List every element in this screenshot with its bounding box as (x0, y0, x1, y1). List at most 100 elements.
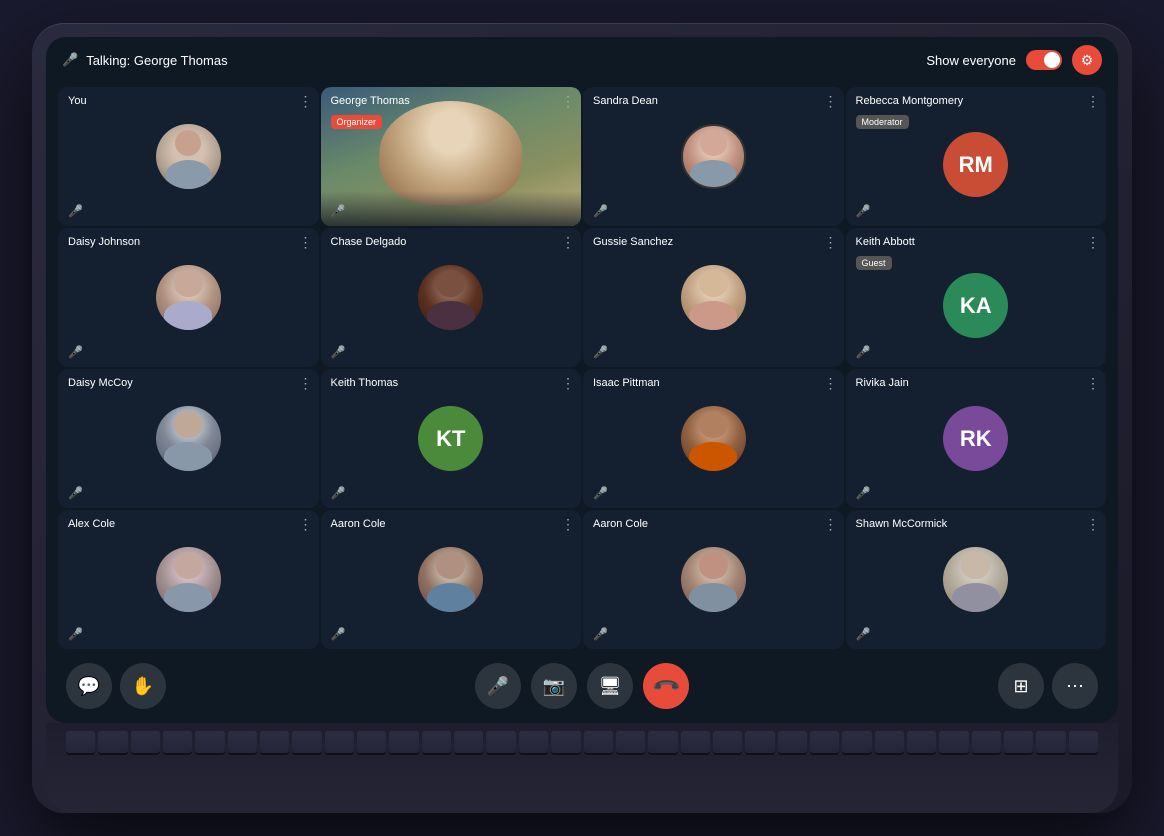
mic-status-george: 🎤 (331, 204, 346, 218)
participant-tile-keith-t: Keith Thomas ⋮ KT 🎤 (321, 369, 582, 508)
key (939, 731, 968, 753)
more-button-sandra[interactable]: ⋮ (824, 93, 838, 110)
badge-guest-keith-a: Guest (856, 256, 892, 270)
chat-button[interactable]: 💬 (66, 663, 112, 709)
avatar-sandra (681, 124, 746, 189)
mic-status-alex: 🎤 (68, 627, 83, 641)
key (810, 731, 839, 753)
avatar-rivika: RK (943, 406, 1008, 471)
mic-status-rebecca: 🎤 (856, 204, 871, 218)
talking-indicator: 🎤 Talking: George Thomas (62, 52, 228, 68)
avatar-alex (156, 547, 221, 612)
avatar-keith-a: KA (943, 273, 1008, 338)
mic-status-isaac: 🎤 (593, 486, 608, 500)
more-button-aaron1[interactable]: ⋮ (561, 516, 575, 533)
mic-status-daisy-m: 🎤 (68, 486, 83, 500)
mic-icon: 🎤 (487, 676, 509, 697)
participant-tile-shawn: Shawn McCormick ⋮ 🎤 (846, 510, 1107, 649)
keyboard-base (46, 723, 1118, 813)
mic-status-keith-a: 🎤 (856, 345, 871, 359)
raise-hand-icon: ✋ (132, 676, 154, 697)
participant-name-gussie: Gussie Sanchez (593, 236, 673, 248)
tablet-device: 🎤 Talking: George Thomas Show everyone ⚙… (32, 23, 1132, 813)
key (584, 731, 613, 753)
video-button[interactable]: 📷 (531, 663, 577, 709)
bottom-center-controls: 🎤 📷 🖥 📞 (475, 663, 689, 709)
mic-status-you: 🎤 (68, 204, 83, 218)
screen-share-button[interactable]: 🖥 (587, 663, 633, 709)
more-button-rivika[interactable]: ⋮ (1086, 375, 1100, 392)
key (325, 731, 354, 753)
participant-name-sandra: Sandra Dean (593, 95, 658, 107)
talking-label: Talking: George Thomas (86, 53, 227, 68)
mic-indicator-icon: 🎤 (62, 52, 78, 68)
more-button-daisy-m[interactable]: ⋮ (299, 375, 313, 392)
key (778, 731, 807, 753)
participant-name-you: You (68, 95, 87, 107)
badge-organizer-george: Organizer (331, 115, 383, 129)
video-grid: You ⋮ 🎤 George Thomas ⋮ Organizer (46, 83, 1118, 653)
key (228, 731, 257, 753)
screen-share-icon: 🖥 (599, 676, 622, 697)
participant-name-rivika: Rivika Jain (856, 377, 909, 389)
participant-tile-rebecca: Rebecca Montgomery ⋮ Moderator RM 🎤 (846, 87, 1107, 226)
participant-tile-aaron1: Aaron Cole ⋮ 🎤 (321, 510, 582, 649)
key (519, 731, 548, 753)
key (1069, 731, 1098, 753)
participant-name-isaac: Isaac Pittman (593, 377, 660, 389)
more-button-gussie[interactable]: ⋮ (824, 234, 838, 251)
avatar-daisy-j (156, 265, 221, 330)
avatar-keith-t: KT (418, 406, 483, 471)
key (907, 731, 936, 753)
more-button-george[interactable]: ⋮ (561, 93, 575, 110)
more-button-alex[interactable]: ⋮ (299, 516, 313, 533)
participant-name-keith-t: Keith Thomas (331, 377, 399, 389)
more-button-keith-a[interactable]: ⋮ (1086, 234, 1100, 251)
more-button-aaron2[interactable]: ⋮ (824, 516, 838, 533)
participant-name-keith-a: Keith Abbott (856, 236, 915, 248)
more-button-shawn[interactable]: ⋮ (1086, 516, 1100, 533)
grid-view-button[interactable]: ⊞ (998, 663, 1044, 709)
show-everyone-toggle[interactable] (1026, 50, 1062, 70)
more-button-rebecca[interactable]: ⋮ (1086, 93, 1100, 110)
key (972, 731, 1001, 753)
key (66, 731, 95, 753)
settings-button[interactable]: ⚙ (1072, 45, 1102, 75)
key (681, 731, 710, 753)
raise-hand-button[interactable]: ✋ (120, 663, 166, 709)
badge-moderator-rebecca: Moderator (856, 115, 909, 129)
mic-status-daisy-j: 🎤 (68, 345, 83, 359)
participant-tile-daisy-j: Daisy Johnson ⋮ 🎤 (58, 228, 319, 367)
mic-status-sandra: 🎤 (593, 204, 608, 218)
participant-name-alex: Alex Cole (68, 518, 115, 530)
participant-name-chase: Chase Delgado (331, 236, 407, 248)
key (292, 731, 321, 753)
participant-name-aaron1: Aaron Cole (331, 518, 386, 530)
participant-tile-george: George Thomas ⋮ Organizer 🎤 (321, 87, 582, 226)
key (454, 731, 483, 753)
key (486, 731, 515, 753)
participant-name-shawn: Shawn McCormick (856, 518, 948, 530)
key (616, 731, 645, 753)
more-button-chase[interactable]: ⋮ (561, 234, 575, 251)
key (131, 731, 160, 753)
more-button-isaac[interactable]: ⋮ (824, 375, 838, 392)
key (98, 731, 127, 753)
more-options-button[interactable]: ⋯ (1052, 663, 1098, 709)
bottom-left-controls: 💬 ✋ (66, 663, 166, 709)
key (648, 731, 677, 753)
participant-tile-chase: Chase Delgado ⋮ 🎤 (321, 228, 582, 367)
participant-name-daisy-j: Daisy Johnson (68, 236, 140, 248)
key (713, 731, 742, 753)
mic-button[interactable]: 🎤 (475, 663, 521, 709)
end-call-button[interactable]: 📞 (643, 663, 689, 709)
mic-status-chase: 🎤 (331, 345, 346, 359)
participant-tile-you: You ⋮ 🎤 (58, 87, 319, 226)
bottom-right-controls: ⊞ ⋯ (998, 663, 1098, 709)
more-button-keith-t[interactable]: ⋮ (561, 375, 575, 392)
key (389, 731, 418, 753)
more-button-daisy-j[interactable]: ⋮ (299, 234, 313, 251)
more-button-you[interactable]: ⋮ (299, 93, 313, 110)
mic-status-rivika: 🎤 (856, 486, 871, 500)
mic-status-gussie: 🎤 (593, 345, 608, 359)
